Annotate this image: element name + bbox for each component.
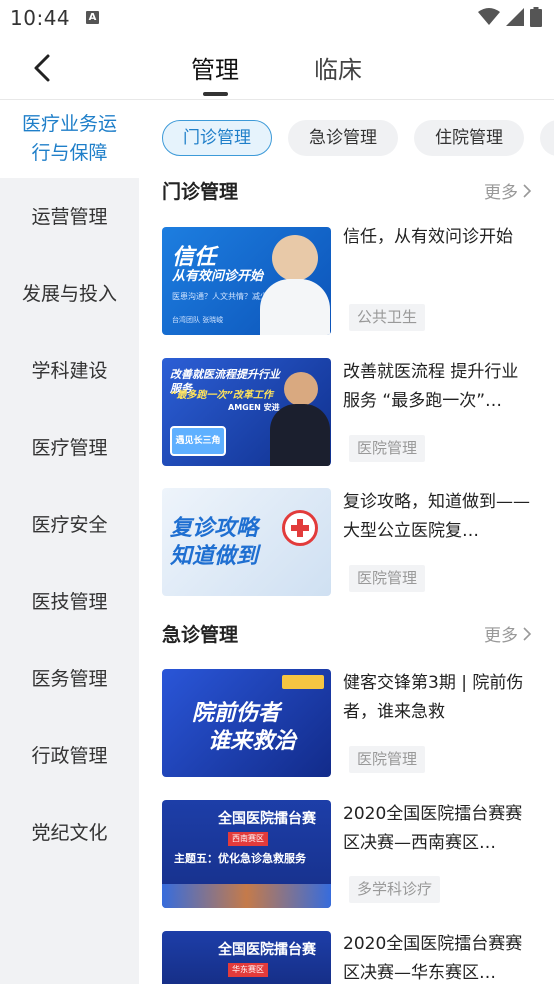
tab-clinical[interactable]: 临床 xyxy=(314,50,362,85)
chip-emergency[interactable]: 急诊管理 xyxy=(288,120,398,156)
article-thumbnail[interactable]: 改善就医流程提升行业服务 “最多跑一次”改革工作 AMGEN 安进 遇见长三角 xyxy=(162,358,331,466)
article-title[interactable]: 2020全国医院擂台赛赛区决赛—华东赛区… xyxy=(343,930,533,984)
thumb-region: 华东赛区 xyxy=(228,963,268,977)
back-arrow-icon[interactable] xyxy=(28,52,60,84)
chevron-right-icon xyxy=(523,183,532,198)
article-tag: 医院管理 xyxy=(349,435,426,462)
sidebar-item-discipline[interactable]: 学科建设 xyxy=(0,356,139,383)
article-thumbnail[interactable]: 信任 从有效问诊开始 医患沟通？人文共情？减少纠纷 台湾团队 张晓峻 xyxy=(162,227,331,335)
sidebar-item-party-culture[interactable]: 党纪文化 xyxy=(0,818,139,845)
battery-icon xyxy=(530,7,542,27)
status-time: 10:44 xyxy=(10,6,71,30)
thumb-subline: 知道做到 xyxy=(170,544,259,569)
chip-outpatient[interactable]: 门诊管理 xyxy=(162,120,272,156)
thumb-subline: “最多跑一次”改革工作 xyxy=(170,390,273,401)
thumb-badge xyxy=(282,675,324,689)
thumb-skyline xyxy=(162,884,331,908)
more-link-outpatient[interactable]: 更多 xyxy=(484,178,532,203)
sidebar-item-medical-affairs[interactable]: 医务管理 xyxy=(0,664,139,691)
thumb-headline: 全国医院擂台赛 xyxy=(218,942,316,958)
article-tag: 公共卫生 xyxy=(349,304,426,331)
sidebar-item-operations[interactable]: 运营管理 xyxy=(0,202,139,229)
thumb-headline: 全国医院擂台赛 xyxy=(218,811,316,827)
sidebar-item-active[interactable]: 医疗业务运 行与保障 xyxy=(0,100,139,178)
tab-management[interactable]: 管理 xyxy=(191,50,239,85)
speaker-portrait xyxy=(284,372,318,406)
sidebar-active-line-1: 医疗业务运 xyxy=(21,113,117,135)
status-icons xyxy=(478,7,542,27)
speaker-suit xyxy=(270,404,330,466)
more-label: 更多 xyxy=(484,183,518,203)
article-tag: 多学科诊疗 xyxy=(349,876,441,903)
article-title[interactable]: 健客交锋第3期 | 院前伤者，谁来急救 xyxy=(343,669,533,727)
notification-a-icon: A xyxy=(86,11,99,24)
thumb-subline: 从有效问诊开始 xyxy=(172,269,264,284)
section-title-emergency: 急诊管理 xyxy=(162,624,239,646)
article-title[interactable]: 改善就医流程 提升行业服务 “最多跑一次”… xyxy=(343,358,533,416)
more-label: 更多 xyxy=(484,626,518,646)
sidebar-item-medtech[interactable]: 医技管理 xyxy=(0,587,139,614)
sidebar-item-medical-safety[interactable]: 医疗安全 xyxy=(0,510,139,537)
speaker-portrait xyxy=(272,235,318,281)
top-bar: 管理 临床 xyxy=(0,38,554,100)
article-thumbnail[interactable]: 全国医院擂台赛 华东赛区 xyxy=(162,931,331,984)
chip-inpatient[interactable]: 住院管理 xyxy=(414,120,524,156)
section-title-outpatient: 门诊管理 xyxy=(162,181,239,203)
article-thumbnail[interactable]: 全国医院擂台赛 西南赛区 主题五：优化急诊急救服务 xyxy=(162,800,331,908)
sidebar-item-active-label: 医疗业务运 行与保障 xyxy=(0,110,139,168)
thumb-brand: AMGEN 安进 xyxy=(228,403,280,412)
article-thumbnail[interactable]: 院前伤者 谁来救治 xyxy=(162,669,331,777)
article-thumbnail[interactable]: 复诊攻略 知道做到 xyxy=(162,488,331,596)
sidebar-item-medical-management[interactable]: 医疗管理 xyxy=(0,433,139,460)
thumb-region: 西南赛区 xyxy=(228,832,268,846)
thumb-footer: 台湾团队 张晓峻 xyxy=(172,316,224,324)
signal-icon xyxy=(506,8,524,26)
more-link-emergency[interactable]: 更多 xyxy=(484,621,532,646)
article-title[interactable]: 信任，从有效问诊开始 xyxy=(343,223,533,252)
sidebar-active-line-2: 行与保障 xyxy=(31,142,108,164)
thumb-subline: 主题五：优化急诊急救服务 xyxy=(174,852,306,865)
thumb-subline: 谁来救治 xyxy=(208,729,297,754)
status-bar: 10:44 A xyxy=(0,0,554,38)
article-title[interactable]: 复诊攻略，知道做到——大型公立医院复… xyxy=(343,488,533,546)
subcategory-chips: 门诊管理 急诊管理 住院管理 xyxy=(139,100,554,176)
category-sidebar: 医疗业务运 行与保障 运营管理 发展与投入 学科建设 医疗管理 医疗安全 医技管… xyxy=(0,100,139,984)
article-tag: 医院管理 xyxy=(349,565,426,592)
article-tag: 医院管理 xyxy=(349,746,426,773)
medical-cross-icon xyxy=(282,510,318,546)
wifi-icon xyxy=(478,8,500,25)
speaker-coat xyxy=(260,279,330,335)
tab-indicator xyxy=(203,92,228,96)
chip-partial[interactable] xyxy=(540,120,554,156)
thumb-badge: 遇见长三角 xyxy=(170,426,226,456)
chevron-right-icon xyxy=(523,626,532,641)
sidebar-item-development[interactable]: 发展与投入 xyxy=(0,279,139,306)
article-title[interactable]: 2020全国医院擂台赛赛区决赛—西南赛区… xyxy=(343,800,533,858)
sidebar-item-administration[interactable]: 行政管理 xyxy=(0,741,139,768)
